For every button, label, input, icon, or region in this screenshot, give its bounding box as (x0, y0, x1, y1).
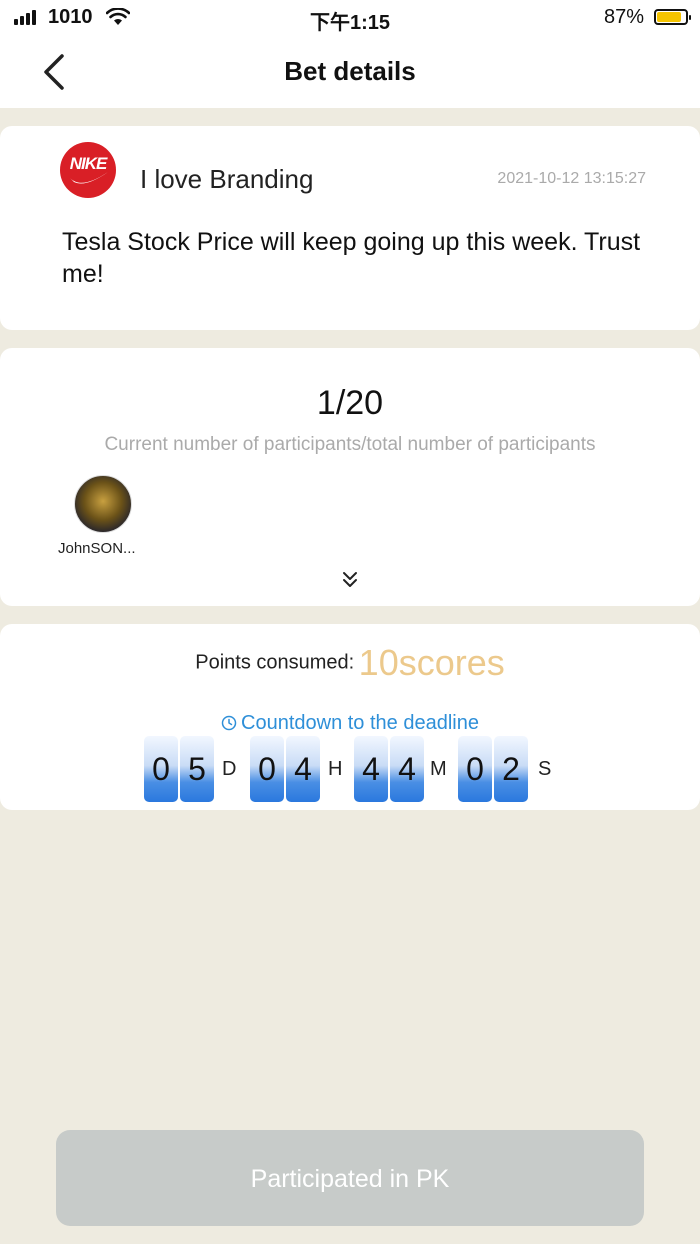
participant-name: JohnSON... (58, 540, 136, 557)
brand-logo: NIKE (60, 142, 116, 198)
countdown-unit-hours: H (328, 758, 343, 780)
battery-fill (657, 12, 681, 22)
countdown-title-row: Countdown to the deadline (0, 712, 700, 735)
header: 1010 下午1:15 87% Bet details (0, 0, 700, 108)
participant-count-description: Current number of participants/total num… (104, 434, 596, 455)
points-row: Points consumed: 10scores (0, 642, 700, 684)
battery-percent: 87% (603, 6, 644, 28)
participants-card: 1/20 Current number of participants/tota… (0, 348, 700, 606)
status-bar: 1010 下午1:15 87% (0, 0, 700, 36)
double-chevron-down-icon[interactable] (340, 570, 360, 590)
post-content: Tesla Stock Price will keep going up thi… (62, 228, 641, 288)
countdown-unit-days: D (222, 758, 237, 780)
countdown-digit: 0 (458, 736, 492, 802)
countdown-title: Countdown to the deadline (241, 712, 479, 734)
participant-count: 1/20 (316, 384, 384, 422)
countdown-digit: 0 (250, 736, 284, 802)
countdown-digit: 5 (180, 736, 214, 802)
avatar[interactable] (74, 475, 132, 533)
status-time: 下午1:15 (309, 12, 391, 34)
countdown-digit: 4 (390, 736, 424, 802)
countdown-digit: 2 (494, 736, 528, 802)
participated-pk-button[interactable]: Participated in PK (56, 1130, 644, 1226)
post-timestamp: 2021-10-12 13:15:27 (497, 170, 646, 187)
post-card: NIKE I love Branding 2021-10-12 13:15:27… (0, 126, 700, 330)
points-label: Points consumed: (195, 651, 355, 674)
countdown-unit-minutes: M (430, 758, 447, 780)
post-username: I love Branding (140, 164, 314, 194)
countdown-digit: 4 (354, 736, 388, 802)
points-value: 10scores (358, 642, 505, 683)
countdown-digit: 0 (144, 736, 178, 802)
swoosh-icon (70, 172, 108, 184)
page-title: Bet details (284, 56, 416, 86)
clock-icon (221, 715, 237, 731)
points-card: Points consumed: 10scores Countdown to t… (0, 624, 700, 810)
battery-icon (654, 9, 691, 25)
countdown-unit-seconds: S (538, 758, 552, 780)
countdown-digit: 4 (286, 736, 320, 802)
